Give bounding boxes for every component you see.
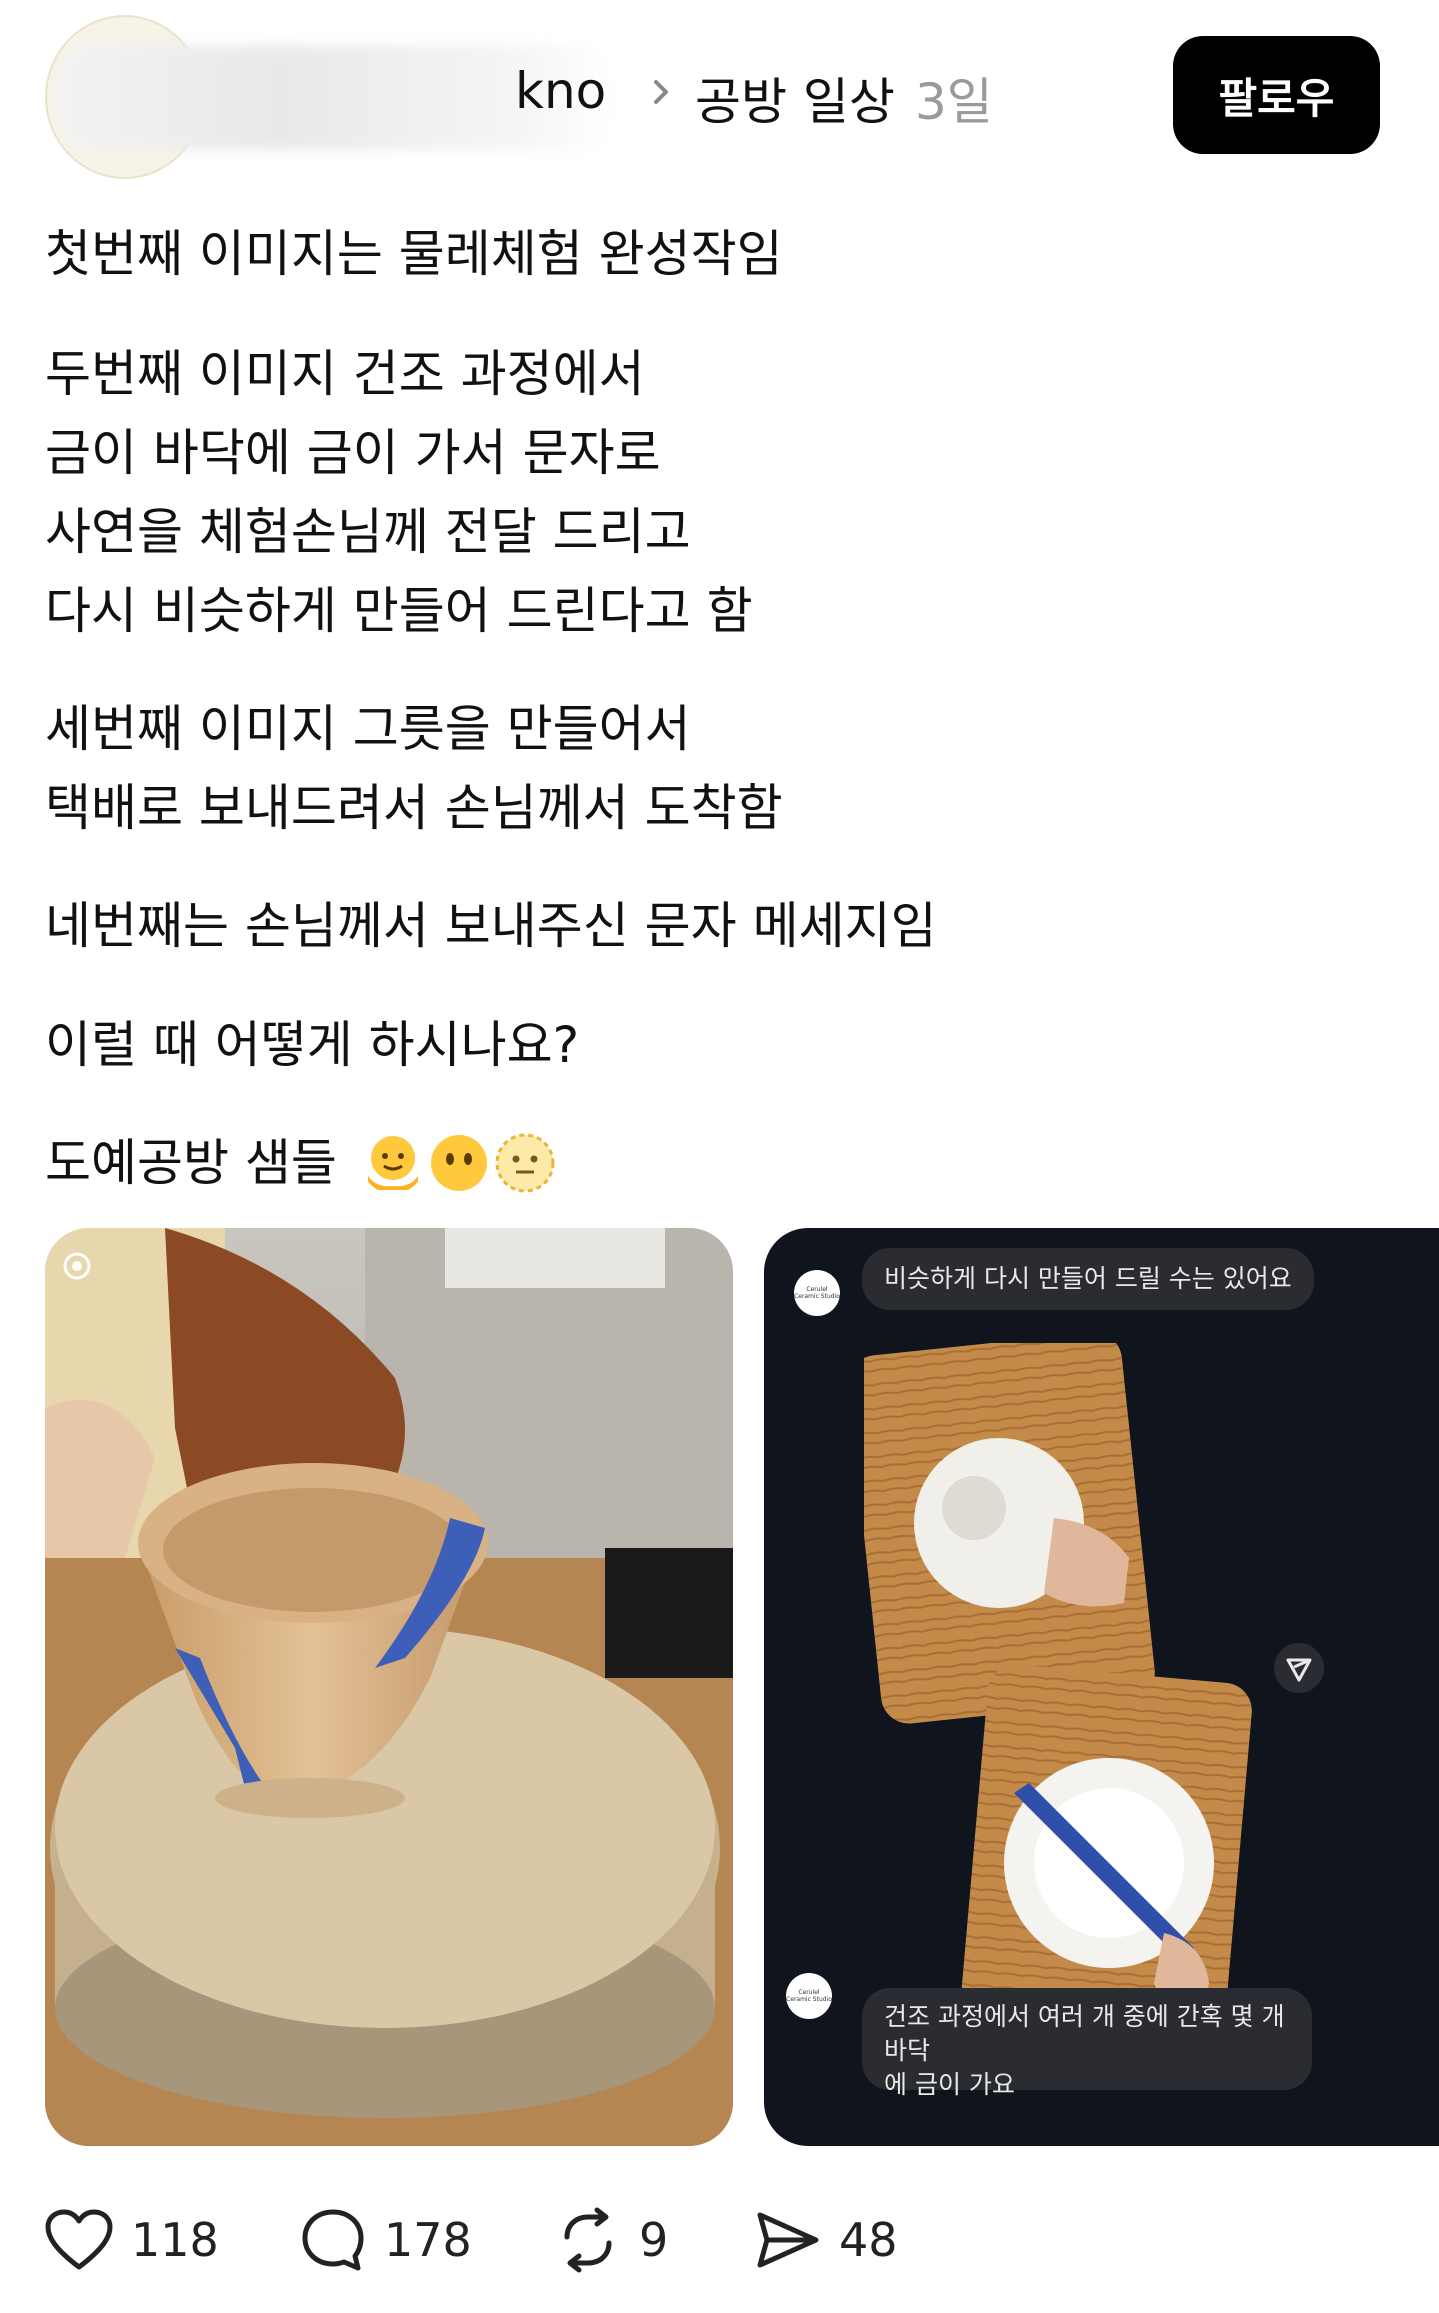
bowl-photo	[45, 1228, 733, 2146]
send-share-icon	[757, 2212, 819, 2268]
post-line: 도예공방 샘들	[45, 1134, 337, 1192]
like-button[interactable]: 118	[45, 2205, 219, 2275]
post-header: kno 공방 일상 3일 팔로우	[0, 0, 1439, 190]
post-line: 금이 바닥에 금이 가서 문자로	[45, 424, 661, 482]
chevron-right-icon	[654, 80, 668, 104]
chat-bubble-bottom: 건조 과정에서 여러 개 중에 간혹 몇 개 바닥 에 금이 가요	[862, 1988, 1312, 2099]
author-name[interactable]: kno	[515, 62, 606, 120]
comment-count: 178	[384, 2213, 472, 2267]
repost-icon	[564, 2207, 612, 2273]
repost-count: 9	[639, 2213, 669, 2267]
dotted-line-face-emoji	[495, 1133, 555, 1193]
post-line: 택배로 보내드려서 손님께서 도착함	[45, 779, 783, 837]
follow-button[interactable]: 팔로우	[1173, 36, 1380, 154]
post-line: 두번째 이미지 건조 과정에서	[45, 345, 645, 403]
post-line: 다시 비슷하게 만들어 드린다고 함	[45, 582, 753, 640]
repost-button[interactable]: 9	[555, 2205, 668, 2275]
melting-face-emoji	[368, 1136, 418, 1190]
studio-avatar: Cerulel Ceramic Studio	[794, 1270, 840, 1316]
bowl-photos-in-chat	[864, 1343, 1252, 2042]
post-line: 첫번째 이미지는 물레체험 완성작임	[45, 225, 783, 283]
topic-tag[interactable]: 공방 일상	[695, 62, 895, 134]
heart-icon	[45, 2209, 113, 2270]
chat-bubble-line: 에 금이 가요	[884, 2070, 1015, 2099]
chat-bubble-top: 비슷하게 다시 만들어 드릴 수는 있어요	[862, 1248, 1314, 1310]
studio-avatar: Cerulel Ceramic Studio	[786, 1973, 832, 2019]
no-mouth-face-emoji	[431, 1135, 487, 1191]
send-icon[interactable]	[1272, 1641, 1326, 1695]
share-button[interactable]: 48	[755, 2205, 898, 2275]
post-line: 사연을 체험손님께 전달 드리고	[45, 503, 691, 561]
chat-bubble-line: 건조 과정에서 여러 개 중에 간혹 몇 개 바닥	[884, 2002, 1285, 2065]
post-image-bowl[interactable]	[45, 1228, 733, 2146]
post-line: 네번째는 손님께서 보내주신 문자 메세지임	[45, 897, 937, 955]
post-line: 이럴 때 어떻게 하시나요?	[45, 1016, 580, 1074]
share-count: 48	[839, 2213, 898, 2267]
like-count: 118	[131, 2213, 219, 2267]
post-timestamp: 3일	[915, 73, 993, 131]
post-image-chat[interactable]: Cerulel Ceramic Studio 비슷하게 다시 만들어 드릴 수는…	[764, 1228, 1439, 2146]
comment-bubble-icon	[302, 2209, 364, 2271]
post-line: 세번째 이미지 그릇을 만들어서	[45, 700, 691, 758]
comment-button[interactable]: 178	[300, 2205, 472, 2275]
